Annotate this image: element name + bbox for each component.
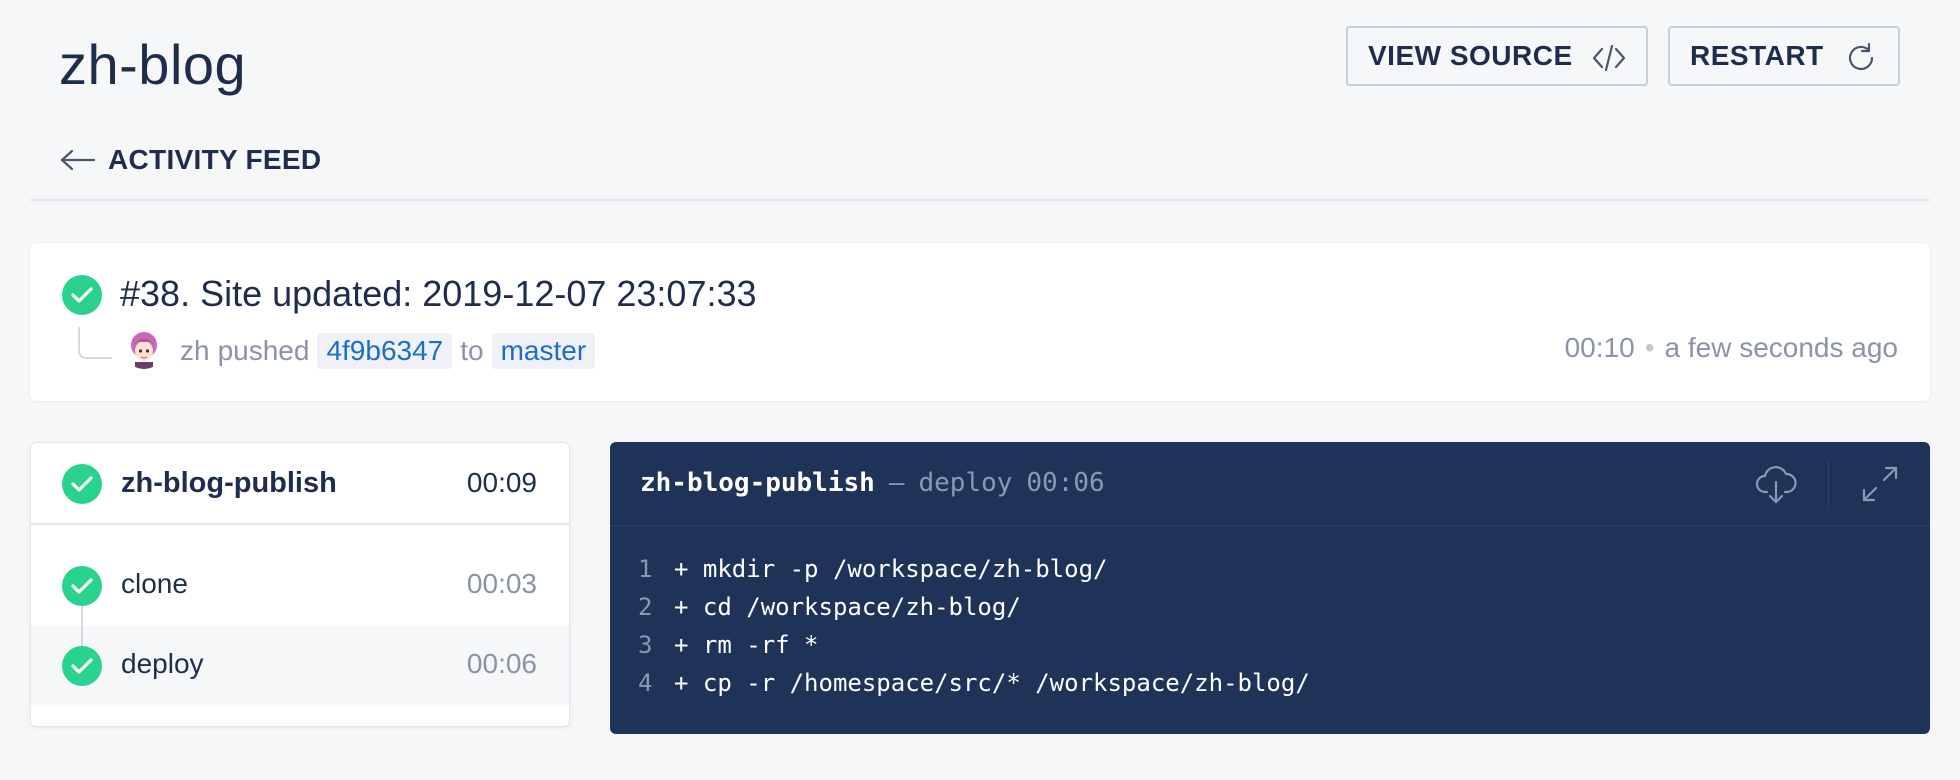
check-circle-icon — [62, 566, 102, 606]
log-line-number: 2 — [638, 593, 653, 621]
arrow-left-icon — [60, 149, 96, 171]
step-duration: 00:06 — [466, 648, 537, 679]
restart-button[interactable]: RESTART — [1668, 26, 1900, 86]
build-duration: 00:10 — [1564, 332, 1635, 363]
refresh-icon — [1848, 42, 1874, 71]
restart-label: RESTART — [1690, 40, 1824, 71]
page-title: zh-blog — [59, 33, 247, 96]
log-line: 3 + rm -rf * — [638, 626, 1310, 664]
step-clone[interactable]: clone 00:03 — [31, 546, 569, 626]
timing-separator: • — [1644, 332, 1655, 363]
log-line-number: 1 — [638, 555, 653, 583]
log-line: 1 + mkdir -p /workspace/zh-blog/ — [638, 550, 1310, 588]
view-source-button[interactable]: VIEW SOURCE — [1346, 26, 1648, 86]
log-header: zh-blog-publish — deploy 00:06 — [610, 442, 1930, 526]
log-viewer: zh-blog-publish — deploy 00:06 1 + mkdir… — [610, 442, 1930, 734]
build-title: #38. Site updated: 2019-12-07 23:07:33 — [120, 273, 757, 314]
log-line: 2 + cd /workspace/zh-blog/ — [638, 588, 1310, 626]
stage-header[interactable]: zh-blog-publish 00:09 — [31, 443, 569, 525]
check-circle-icon — [62, 275, 102, 315]
stage-card: zh-blog-publish 00:09 clone 00:03 deploy… — [30, 442, 570, 727]
commit-hash-link[interactable]: 4f9b6347 — [317, 333, 453, 369]
view-source-label: VIEW SOURCE — [1368, 40, 1573, 71]
log-line-number: 4 — [638, 669, 653, 697]
expand-icon[interactable] — [1858, 462, 1902, 506]
build-summary-card: #38. Site updated: 2019-12-07 23:07:33 z… — [30, 243, 1930, 401]
author-name: zh — [180, 335, 210, 366]
step-connector — [81, 606, 83, 646]
cloud-download-icon[interactable] — [1754, 462, 1798, 506]
avatar — [124, 329, 164, 369]
header-divider — [30, 199, 1930, 201]
code-icon — [1592, 44, 1626, 72]
log-step-name: deploy — [918, 468, 1013, 498]
step-duration: 00:03 — [466, 568, 537, 599]
build-time-ago: a few seconds ago — [1664, 332, 1899, 363]
build-timing: 00:10 • a few seconds ago — [1565, 332, 1898, 364]
stage-name: zh-blog-publish — [121, 467, 337, 499]
stage-duration: 00:09 — [466, 467, 537, 498]
branch-link[interactable]: master — [491, 333, 596, 369]
log-line-text: + rm -rf * — [674, 631, 819, 659]
check-circle-icon — [62, 646, 102, 686]
check-circle-icon — [62, 464, 102, 504]
log-stage-name: zh-blog-publish — [640, 468, 875, 498]
pushed-text: pushed — [217, 335, 310, 366]
back-to-activity-feed-link[interactable]: ACTIVITY FEED — [60, 144, 321, 176]
log-line-text: + cd /workspace/zh-blog/ — [674, 593, 1021, 621]
step-name: deploy — [121, 648, 204, 679]
log-dash: — — [888, 468, 905, 498]
step-deploy[interactable]: deploy 00:06 — [31, 626, 569, 706]
commit-meta: zh pushed 4f9b6347 to master — [180, 333, 596, 369]
log-title: zh-blog-publish — deploy 00:06 — [640, 468, 1105, 498]
build-tree-connector — [78, 327, 112, 359]
log-line-number: 3 — [638, 631, 653, 659]
log-header-separator — [1828, 460, 1829, 510]
log-line: 4 + cp -r /homespace/src/* /workspace/zh… — [638, 664, 1310, 702]
to-text: to — [460, 335, 484, 366]
log-line-text: + mkdir -p /workspace/zh-blog/ — [674, 555, 1108, 583]
log-output: 1 + mkdir -p /workspace/zh-blog/ 2 + cd … — [638, 550, 1310, 702]
log-duration: 00:06 — [1026, 468, 1105, 498]
log-line-text: + cp -r /homespace/src/* /workspace/zh-b… — [674, 669, 1310, 697]
back-link-label: ACTIVITY FEED — [108, 144, 322, 175]
step-name: clone — [121, 568, 188, 599]
